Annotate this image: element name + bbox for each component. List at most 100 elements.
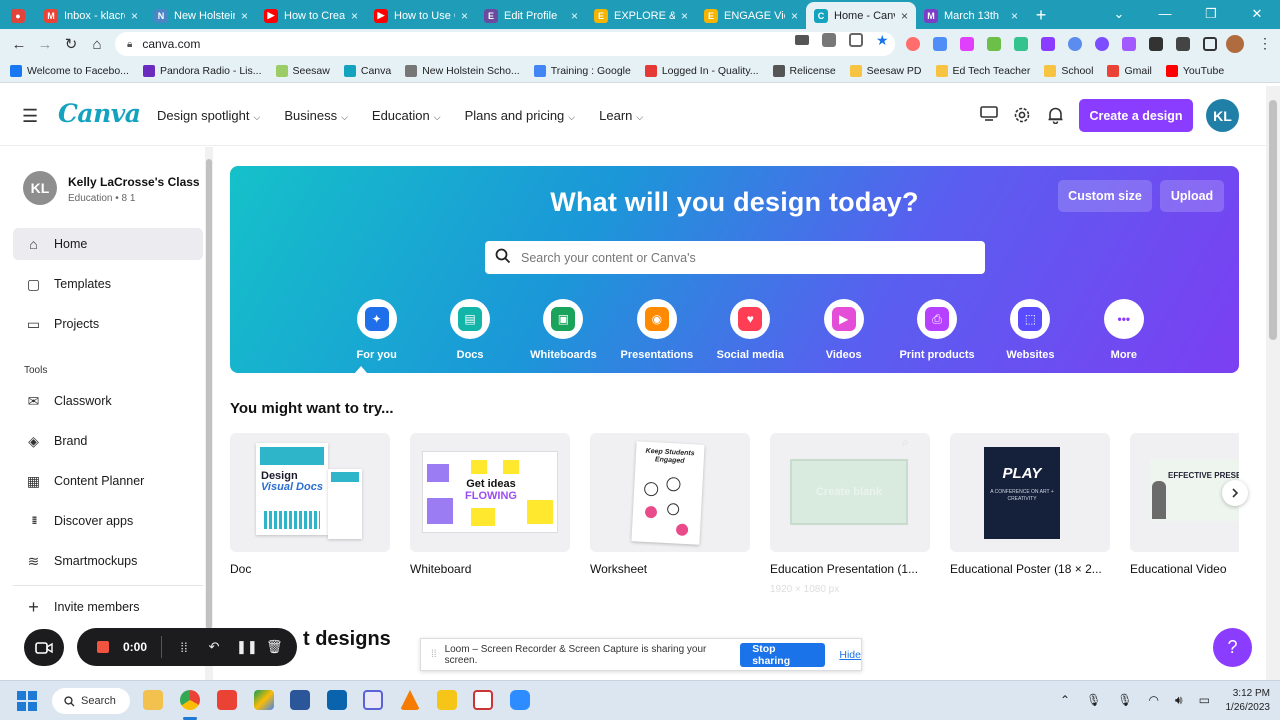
extension-icon[interactable] — [1095, 37, 1109, 51]
chrome-icon[interactable] — [180, 690, 200, 710]
category-social-media[interactable]: ♥ Social media — [704, 299, 797, 361]
category-print-products[interactable]: ⎙ Print products — [890, 299, 983, 361]
tab-close-icon[interactable]: × — [351, 9, 358, 23]
vlc-icon[interactable] — [400, 690, 420, 710]
new-tab-button[interactable]: + — [1026, 2, 1056, 29]
design-search-box[interactable] — [485, 241, 985, 274]
user-avatar[interactable]: KL — [1206, 99, 1239, 132]
forward-button[interactable]: → — [32, 36, 58, 53]
translate-icon[interactable] — [822, 33, 836, 47]
custom-size-button[interactable]: Custom size — [1058, 180, 1152, 212]
camera-icon[interactable] — [795, 35, 809, 45]
extension-icon[interactable] — [1149, 37, 1163, 51]
notifications-bell-icon[interactable] — [1047, 106, 1064, 129]
extension-icon[interactable] — [1041, 37, 1055, 51]
browser-tab[interactable]: N New Holstein × — [146, 2, 256, 29]
bookmark-item[interactable]: Canva — [343, 64, 391, 77]
undo-icon[interactable]: ↶ — [206, 639, 222, 655]
settings-gear-icon[interactable] — [1013, 106, 1031, 129]
file-explorer-icon[interactable] — [143, 690, 163, 710]
google-drive-icon[interactable] — [254, 690, 274, 710]
address-bar[interactable]: 🔒︎ canva.com — [115, 32, 895, 56]
back-button[interactable]: ← — [6, 36, 32, 53]
extension-icon[interactable] — [933, 37, 947, 51]
nav-menu-business[interactable]: Business ⌵ — [284, 108, 348, 123]
sidebar-item-home[interactable]: ⌂ Home — [13, 228, 203, 260]
microphone-icon[interactable]: 🎙︎ — [1086, 693, 1101, 708]
tab-close-icon[interactable]: × — [1011, 9, 1018, 23]
bookmark-item[interactable]: Seesaw — [275, 64, 330, 77]
browser-tab[interactable]: E ENGAGE View × — [696, 2, 806, 29]
stop-sharing-button[interactable]: Stop sharing — [740, 642, 826, 667]
browser-profile-avatar[interactable] — [1226, 35, 1244, 53]
bookmark-item[interactable]: School — [1044, 64, 1093, 77]
tray-overflow-icon[interactable]: ⌃ — [1060, 693, 1070, 708]
canva-logo[interactable]: Canva — [58, 99, 141, 128]
sticky-notes-icon[interactable] — [437, 690, 457, 710]
extension-icon[interactable] — [1014, 37, 1028, 51]
magnifier-icon[interactable]: ⌕ — [902, 435, 909, 450]
sidebar-item-smartmockups[interactable]: ≋ Smartmockups — [13, 545, 203, 577]
create-design-button[interactable]: Create a design — [1079, 99, 1193, 132]
tab-close-icon[interactable]: × — [131, 9, 138, 23]
drag-handle-icon[interactable]: ⁞⁞ — [431, 649, 437, 660]
browser-tab[interactable]: M March 13th × — [916, 2, 1026, 29]
reload-button[interactable]: ↻ — [58, 35, 84, 53]
windows-start-icon[interactable] — [17, 691, 37, 711]
bookmark-item[interactable]: Seesaw PD — [849, 64, 922, 77]
microphone-icon[interactable]: 🎙︎ — [1117, 693, 1132, 708]
sidebar-toggle-icon[interactable] — [1203, 37, 1217, 51]
tab-close-icon[interactable]: × — [461, 9, 468, 23]
category-more[interactable]: ••• More — [1077, 299, 1170, 361]
snipping-tool-icon[interactable] — [363, 690, 383, 710]
category-websites[interactable]: ⬚ Websites — [984, 299, 1077, 361]
bookmark-item[interactable]: Pandora Radio - Lis... — [142, 64, 262, 77]
extension-icon[interactable] — [960, 37, 974, 51]
sidebar-item-classwork[interactable]: ✉ Classwork — [13, 385, 203, 417]
sidebar-item-content-planner[interactable]: ▦ Content Planner — [13, 465, 203, 497]
category-presentations[interactable]: ◉ Presentations — [610, 299, 703, 361]
close-window-button[interactable]: ✕ — [1234, 0, 1280, 29]
doc-template-card[interactable]: Design Visual Docs — [230, 433, 390, 552]
extension-icon[interactable] — [1122, 37, 1136, 51]
search-input[interactable] — [521, 250, 941, 265]
tab-close-icon[interactable]: × — [791, 9, 798, 23]
battery-icon[interactable]: ▭ — [1199, 693, 1210, 708]
bookmark-item[interactable]: Training : Google — [533, 64, 631, 77]
app-icon[interactable] — [473, 690, 493, 710]
bookmark-item[interactable]: New Holstein Scho... — [405, 64, 520, 77]
educational-poster-card[interactable]: PLAY A CONFERENCE ON ART + CREATIVITY — [950, 433, 1110, 552]
taskbar-clock[interactable]: 3:12 PM 1/26/2023 — [1222, 687, 1271, 715]
sidebar-scrollbar[interactable] — [205, 147, 213, 680]
extension-icon[interactable] — [906, 37, 920, 51]
tab-close-icon[interactable]: × — [681, 9, 688, 23]
browser-tab[interactable]: E EXPLORE & C × — [586, 2, 696, 29]
loom-camera-button[interactable] — [24, 629, 64, 666]
category-docs[interactable]: ▤ Docs — [423, 299, 516, 361]
nav-menu-education[interactable]: Education ⌵ — [372, 108, 441, 123]
hamburger-menu-icon[interactable]: ☰ — [22, 106, 38, 127]
whiteboard-template-card[interactable]: Get ideas FLOWING — [410, 433, 570, 552]
maximize-button[interactable]: ❐ — [1188, 0, 1234, 29]
browser-tab[interactable]: M Inbox - klacros × — [36, 2, 146, 29]
education-presentation-card[interactable]: Create blank ⌕ — [770, 433, 930, 552]
sidebar-item-templates[interactable]: ▢ Templates — [13, 268, 203, 300]
tab-close-icon[interactable]: × — [571, 9, 578, 23]
bookmark-item[interactable]: Welcome to Facebo... — [10, 64, 129, 77]
taskbar-search[interactable]: Search — [52, 688, 130, 714]
hide-sharing-bar-link[interactable]: Hide — [839, 649, 861, 661]
carousel-next-button[interactable] — [1222, 480, 1248, 506]
bookmark-item[interactable]: Relicense — [772, 64, 836, 77]
sidebar-item-projects[interactable]: ▭ Projects — [13, 308, 203, 340]
gmail-icon[interactable] — [217, 690, 237, 710]
grid-drag-icon[interactable]: ⁞⁞ — [176, 640, 192, 655]
trash-icon[interactable]: 🗑︎ — [266, 639, 283, 655]
browser-tab[interactable]: ● — [0, 2, 36, 29]
browser-menu-icon[interactable]: ⋮ — [1258, 35, 1272, 52]
minimize-button[interactable]: — — [1142, 0, 1188, 29]
account-switcher[interactable]: KL Kelly LaCrosse's Class Education • 8 … — [23, 171, 200, 205]
bookmark-item[interactable]: Logged In - Quality... — [644, 64, 759, 77]
help-button[interactable]: ? — [1213, 628, 1252, 667]
nav-menu-design-spotlight[interactable]: Design spotlight ⌵ — [157, 108, 260, 123]
volume-icon[interactable]: 🔊︎ — [1175, 693, 1183, 708]
